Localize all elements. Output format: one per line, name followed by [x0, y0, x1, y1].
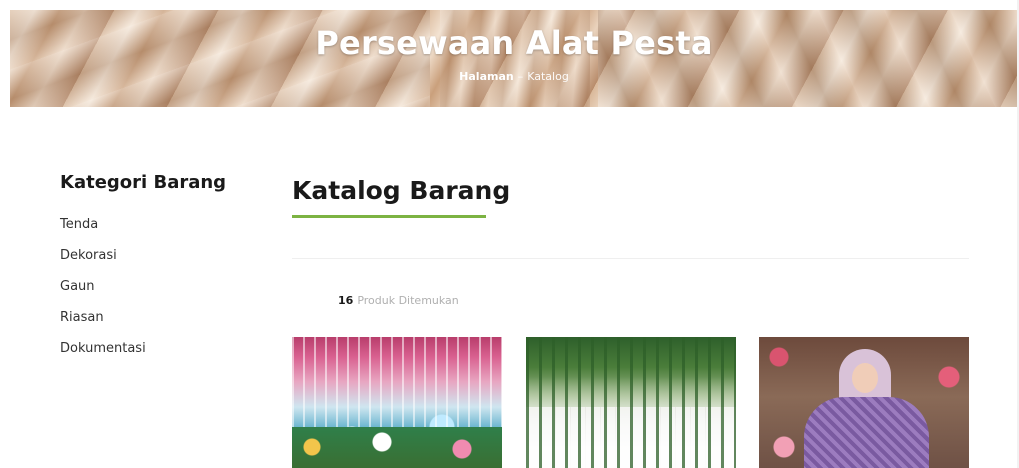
category-item-dekorasi[interactable]: Dekorasi: [60, 248, 260, 279]
catalog-title: Katalog Barang: [292, 176, 511, 205]
product-card[interactable]: [759, 337, 969, 468]
catalog-main: Katalog Barang 16 Produk Ditemukan: [292, 172, 969, 468]
model-face: [852, 363, 878, 393]
section-divider: [292, 258, 969, 259]
breadcrumb-current: Katalog: [527, 70, 569, 83]
product-image-gown[interactable]: [759, 337, 969, 468]
category-item-tenda[interactable]: Tenda: [60, 217, 260, 248]
hanging-vines: [526, 337, 736, 468]
result-count-label: Produk Ditemukan: [357, 294, 459, 307]
category-sidebar: Kategori Barang Tenda Dekorasi Gaun Rias…: [60, 172, 260, 372]
product-image-greenery[interactable]: [526, 337, 736, 468]
category-item-riasan[interactable]: Riasan: [60, 310, 260, 341]
result-count-number: 16: [338, 294, 354, 307]
model-dress: [804, 397, 929, 468]
breadcrumb-home-link[interactable]: Halaman: [459, 70, 514, 83]
category-item-gaun[interactable]: Gaun: [60, 279, 260, 310]
product-card[interactable]: [526, 337, 736, 468]
result-count: 16 Produk Ditemukan: [338, 294, 459, 307]
product-grid: [292, 337, 969, 468]
product-card[interactable]: [292, 337, 502, 468]
title-underline: [292, 215, 486, 218]
decoration-flowers: [292, 427, 502, 468]
breadcrumb-separator: –: [517, 70, 524, 83]
category-list: Tenda Dekorasi Gaun Riasan Dokumentasi: [60, 217, 260, 372]
product-image-decoration[interactable]: [292, 337, 502, 468]
breadcrumb: Halaman – Katalog: [10, 70, 1018, 83]
category-item-dokumentasi[interactable]: Dokumentasi: [60, 341, 260, 372]
hero-banner: Persewaan Alat Pesta Halaman – Katalog: [10, 10, 1018, 107]
sidebar-title: Kategori Barang: [60, 172, 227, 193]
page-hero-title: Persewaan Alat Pesta: [315, 24, 713, 62]
